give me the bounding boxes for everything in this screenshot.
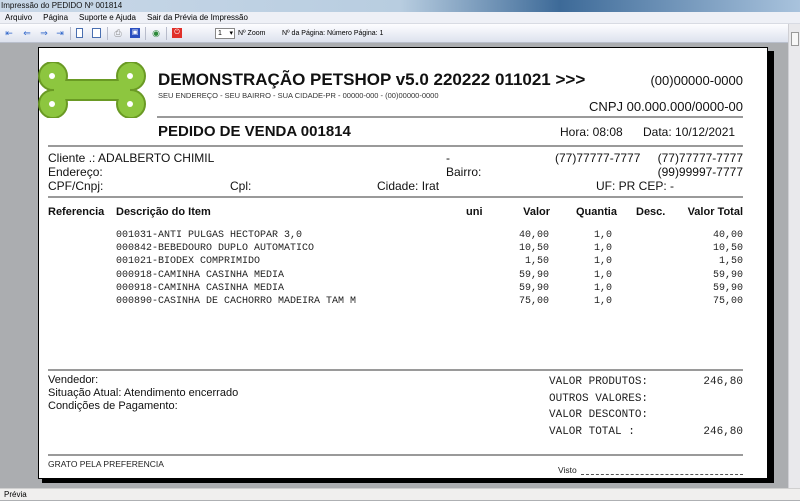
client-city: Cidade: Irat: [377, 179, 440, 193]
total-label: OUTROS VALORES:: [549, 392, 649, 405]
menu-bar: Arquivo Página Suporte e Ajuda Sair da Prév…: [0, 12, 800, 24]
scrollbar-thumb[interactable]: [791, 32, 799, 46]
client-phone2: (77)77777-7777: [657, 151, 743, 165]
item-description: 000918-CAMINHA CASINHA MEDIA: [116, 282, 285, 294]
zoom-value: 1: [218, 30, 222, 37]
payment-conditions: Condições de Pagamento:: [48, 400, 178, 412]
item-value: 59,90: [518, 269, 549, 281]
thanks-text: GRATO PELA PREFERENCIA: [48, 459, 164, 469]
item-quantity: 1,0: [593, 282, 612, 294]
client-uf-cep: UF: PR CEP: -: [596, 179, 675, 193]
visto-label: Visto: [558, 465, 577, 475]
single-page-icon[interactable]: [76, 28, 83, 38]
item-quantity: 1,0: [593, 243, 612, 255]
total-value: 246,80: [703, 425, 743, 438]
zoom-select[interactable]: 1 ▾: [215, 28, 235, 39]
item-value: 75,00: [518, 296, 549, 307]
client-cpl: Cpl:: [230, 179, 252, 193]
last-page-icon[interactable]: ⇥: [55, 28, 65, 38]
print-icon[interactable]: ⎙: [113, 28, 123, 38]
page-label: Nº da Página: Número Página: 1: [282, 30, 384, 37]
vertical-scrollbar[interactable]: [788, 24, 800, 488]
order-date: Data: 10/12/2021: [643, 125, 736, 139]
item-description: 001031-ANTI PULGAS HECTOPAR 3,0: [116, 230, 303, 241]
status-bar: Prévia: [0, 488, 800, 500]
prev-page-icon[interactable]: ⇐: [22, 28, 32, 38]
divider: [48, 145, 743, 147]
zoom-label: Nº Zoom: [238, 30, 266, 37]
item-quantity: 1,0: [593, 296, 612, 307]
company-cnpj: CNPJ 00.000.000/0000-00: [589, 99, 743, 114]
menu-pagina[interactable]: Página: [43, 13, 68, 22]
item-total: 75,00: [712, 296, 743, 307]
separator: [145, 27, 146, 40]
signature-line: [581, 474, 743, 475]
item-description: 000890-CASINHA DE CACHORRO MADEIRA TAM M: [116, 296, 357, 307]
divider: [48, 196, 743, 198]
client-phone1: (77)77777-7777: [555, 151, 641, 165]
total-label: VALOR TOTAL :: [549, 425, 635, 438]
item-total: 1,50: [718, 256, 743, 268]
col-desc: Desc.: [636, 206, 666, 218]
menu-arquivo[interactable]: Arquivo: [5, 13, 32, 22]
col-descricao: Descrição do Item: [116, 206, 211, 218]
item-description: 000918-CAMINHA CASINHA MEDIA: [116, 269, 285, 281]
col-quantia: Quantia: [576, 206, 617, 218]
order-time: Hora: 08:08: [560, 125, 623, 139]
item-total: 10,50: [712, 243, 743, 255]
col-referencia: Referencia: [48, 206, 105, 218]
company-address: SEU ENDEREÇO - SEU BAIRRO - SUA CIDADE-P…: [158, 91, 439, 100]
item-total: 59,90: [712, 282, 743, 294]
divider: [48, 454, 743, 456]
item-description: 000842-BEBEDOURO DUPLO AUTOMATICO: [116, 243, 315, 255]
divider: [157, 116, 743, 118]
item-quantity: 1,0: [593, 230, 612, 241]
client-dash: -: [446, 151, 450, 165]
separator: [70, 27, 71, 40]
item-value: 10,50: [518, 243, 549, 255]
client-address: Endereço:: [48, 165, 103, 179]
item-value: 59,90: [518, 282, 549, 294]
separator: [166, 27, 167, 40]
total-value: 246,80: [703, 376, 743, 388]
item-description: 001021-BIODEX COMPRIMIDO: [116, 256, 261, 268]
first-page-icon[interactable]: ⇤: [4, 28, 14, 38]
item-value: 40,00: [518, 230, 549, 241]
divider: [48, 369, 743, 371]
item-quantity: 1,0: [593, 269, 612, 281]
menu-suporte[interactable]: Suporte e Ajuda: [79, 13, 136, 22]
export-icon[interactable]: ▣: [130, 28, 140, 38]
bone-logo: [38, 62, 146, 118]
col-valor: Valor: [523, 206, 550, 218]
client-bairro: Bairro:: [446, 165, 482, 179]
item-total: 59,90: [712, 269, 743, 281]
separator: [107, 27, 108, 40]
chevron-down-icon: ▾: [229, 30, 233, 37]
client-cpf: CPF/Cnpj:: [48, 179, 104, 193]
company-name: DEMONSTRAÇÃO PETSHOP v5.0 220222 011021 …: [158, 70, 586, 89]
total-label: VALOR PRODUTOS:: [549, 376, 649, 388]
col-uni: uni: [466, 206, 483, 218]
two-pages-icon[interactable]: [92, 28, 101, 38]
order-title: PEDIDO DE VENDA 001814: [158, 123, 351, 140]
client-phone3: (99)99997-7777: [657, 165, 743, 179]
seller-label: Vendedor:: [48, 374, 99, 386]
close-preview-icon[interactable]: ⏻: [172, 28, 182, 38]
web-icon[interactable]: ◉: [151, 28, 161, 38]
company-phone: (00)00000-0000: [650, 73, 743, 88]
status-text: Situação Atual: Atendimento encerrado: [48, 387, 239, 399]
item-total: 40,00: [712, 230, 743, 241]
col-valor-total: Valor Total: [687, 206, 743, 218]
total-label: VALOR DESCONTO:: [549, 409, 649, 421]
client-name: Cliente .: ADALBERTO CHIMIL: [48, 151, 215, 165]
next-page-icon[interactable]: ⇒: [39, 28, 49, 38]
item-quantity: 1,0: [593, 256, 612, 268]
menu-sair[interactable]: Sair da Prévia de Impressão: [147, 13, 248, 22]
window-title: Impressão do PEDIDO Nº 001814: [0, 0, 800, 12]
item-value: 1,50: [524, 256, 549, 268]
toolbar: ⇤ ⇐ ⇒ ⇥ ⎙ ▣ ◉ ⏻ 1 ▾ Nº Zoom Nº da Página:…: [0, 24, 788, 43]
